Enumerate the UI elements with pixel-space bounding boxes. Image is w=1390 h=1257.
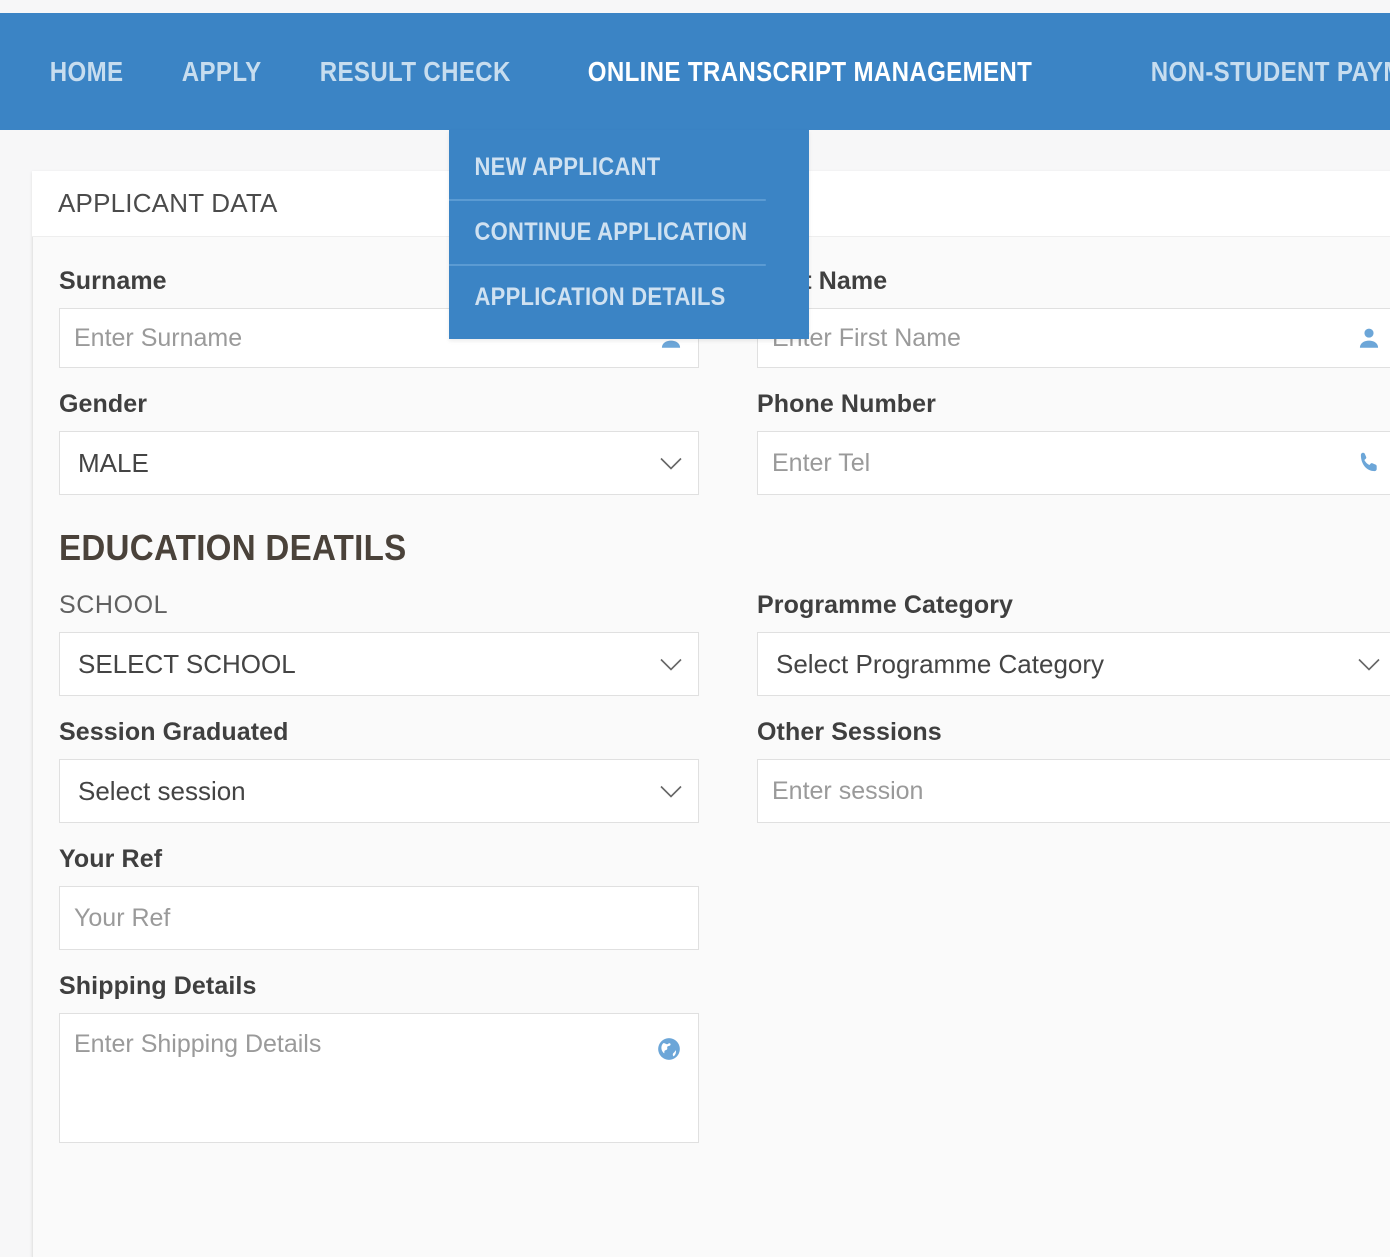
form-row-sessions: Session Graduated Select session Other S…	[59, 718, 1390, 823]
field-phone-number: Phone Number Enter Tel	[757, 390, 1390, 495]
session-graduated-select[interactable]: Select session	[59, 759, 699, 823]
globe-icon	[656, 1036, 682, 1062]
nav-item-home[interactable]: HOME	[30, 13, 143, 130]
field-first-name: First Name Enter First Name	[757, 267, 1390, 368]
field-your-ref-spacer	[757, 845, 1390, 950]
phone-input-wrap: Enter Tel	[757, 431, 1390, 495]
chevron-down-icon	[660, 448, 682, 479]
field-session-graduated: Session Graduated Select session	[59, 718, 699, 823]
first-name-input-wrap: Enter First Name	[757, 308, 1390, 368]
applicant-form: Surname Enter Surname First Name Enter F…	[32, 237, 1390, 1257]
chevron-down-icon	[1358, 649, 1380, 680]
other-sessions-input-wrap: Enter session	[757, 759, 1390, 823]
field-programme-category: Programme Category Select Programme Cate…	[757, 591, 1390, 696]
dropdown-item-application-details[interactable]: APPLICATION DETAILS	[449, 264, 766, 329]
your-ref-input[interactable]: Your Ref	[59, 886, 699, 950]
school-selected-value: SELECT SCHOOL	[78, 648, 296, 679]
form-row-gender-phone: Gender MALE Phone Number Enter Tel	[59, 390, 1390, 495]
field-your-ref: Your Ref Your Ref	[59, 845, 699, 950]
dropdown-item-continue-application[interactable]: CONTINUE APPLICATION	[449, 199, 766, 264]
shipping-details-placeholder: Enter Shipping Details	[74, 1030, 322, 1058]
chevron-down-icon	[660, 649, 682, 680]
phone-number-input[interactable]: Enter Tel	[757, 431, 1390, 495]
programme-category-select[interactable]: Select Programme Category	[757, 632, 1390, 696]
main-navbar: HOME APPLY RESULT CHECK ONLINE TRANSCRIP…	[0, 13, 1390, 130]
programme-category-selected-value: Select Programme Category	[776, 648, 1105, 679]
gender-selected-value: MALE	[78, 447, 149, 478]
session-graduated-label: Session Graduated	[59, 718, 289, 746]
school-label: SCHOOL	[59, 591, 169, 619]
gender-label: Gender	[59, 390, 148, 418]
nav-item-non-student-payment[interactable]: NON-STUDENT PAYMENT	[1131, 13, 1390, 130]
your-ref-input-wrap: Your Ref	[59, 886, 699, 950]
field-school: SCHOOL SELECT SCHOOL	[59, 591, 699, 696]
programme-category-label: Programme Category	[757, 591, 1014, 619]
education-details-heading: EDUCATION DEATILS	[59, 527, 407, 568]
shipping-details-label: Shipping Details	[59, 972, 257, 1000]
nav-item-apply[interactable]: APPLY	[162, 13, 281, 130]
form-row-school-programme: SCHOOL SELECT SCHOOL Programme Category …	[59, 591, 1390, 696]
phone-number-label: Phone Number	[757, 390, 936, 418]
top-strip	[0, 0, 1390, 13]
form-row-your-ref: Your Ref Your Ref	[59, 845, 1390, 950]
form-row-shipping: Shipping Details Enter Shipping Details	[59, 972, 1390, 1143]
gender-select[interactable]: MALE	[59, 431, 699, 495]
dropdown-item-new-applicant[interactable]: NEW APPLICANT	[449, 136, 766, 199]
first-name-input[interactable]: Enter First Name	[757, 308, 1390, 368]
first-name-label: First Name	[757, 267, 888, 295]
your-ref-label: Your Ref	[59, 845, 163, 873]
nav-item-result-check[interactable]: RESULT CHECK	[300, 13, 531, 130]
nav-item-online-transcript-management[interactable]: ONLINE TRANSCRIPT MANAGEMENT	[568, 13, 1052, 130]
field-other-sessions: Other Sessions Enter session	[757, 718, 1390, 823]
other-sessions-label: Other Sessions	[757, 718, 942, 746]
field-shipping-spacer	[757, 972, 1390, 1143]
page-title: APPLICANT DATA	[58, 188, 278, 218]
online-transcript-management-dropdown: NEW APPLICANT CONTINUE APPLICATION APPLI…	[449, 130, 809, 339]
chevron-down-icon	[660, 776, 682, 807]
navbar-item-list: HOME APPLY RESULT CHECK ONLINE TRANSCRIP…	[0, 13, 1390, 130]
shipping-details-textarea[interactable]: Enter Shipping Details	[59, 1013, 699, 1143]
session-graduated-selected-value: Select session	[78, 775, 246, 806]
field-gender: Gender MALE	[59, 390, 699, 495]
field-shipping-details: Shipping Details Enter Shipping Details	[59, 972, 699, 1143]
other-sessions-input[interactable]: Enter session	[757, 759, 1390, 823]
school-select[interactable]: SELECT SCHOOL	[59, 632, 699, 696]
